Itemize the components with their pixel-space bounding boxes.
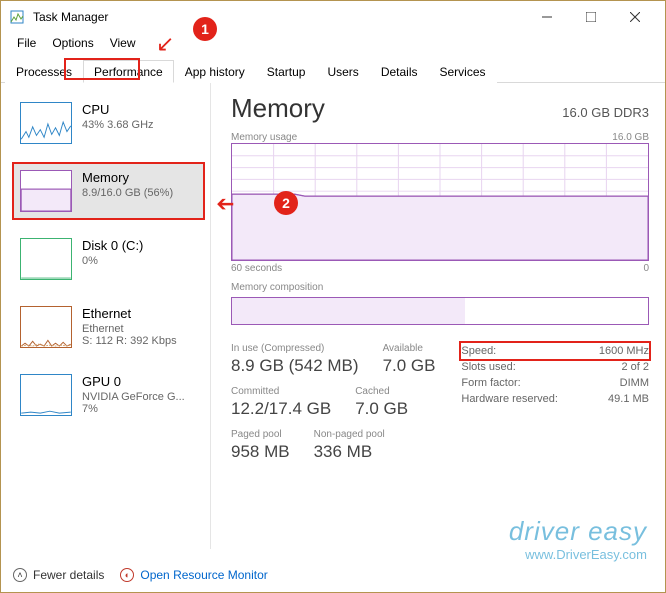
chevron-up-icon: ˄	[13, 568, 27, 582]
tabbar: Processes Performance App history Startu…	[1, 59, 665, 83]
page-title: Memory	[231, 93, 325, 124]
titlebar: Task Manager	[1, 1, 665, 33]
cpu-graph-icon	[20, 102, 72, 144]
stat-available: 7.0 GB	[383, 356, 436, 376]
stat-cached: 7.0 GB	[355, 399, 408, 419]
stat-slots: Slots used:2 of 2	[461, 359, 649, 375]
tab-performance[interactable]: Performance	[83, 60, 174, 83]
stat-committed: 12.2/17.4 GB	[231, 399, 331, 419]
sidebar-item-memory[interactable]: Memory8.9/16.0 GB (56%)	[13, 163, 204, 219]
resource-monitor-icon: ◐	[120, 568, 134, 582]
memory-usage-chart	[231, 143, 649, 261]
tab-users[interactable]: Users	[316, 60, 369, 83]
tab-app-history[interactable]: App history	[174, 60, 256, 83]
open-resource-monitor-link[interactable]: ◐Open Resource Monitor	[120, 568, 267, 582]
stat-paged: 958 MB	[231, 442, 290, 462]
main-panel: Memory 16.0 GB DDR3 Memory usage16.0 GB …	[211, 83, 665, 549]
menubar: File Options View	[1, 33, 665, 55]
stat-nonpaged: 336 MB	[314, 442, 385, 462]
tab-processes[interactable]: Processes	[5, 60, 83, 83]
app-icon	[9, 9, 25, 25]
sidebar-item-label: Disk 0 (C:)	[82, 238, 143, 253]
stat-speed: Speed:1600 MHz	[461, 343, 649, 359]
close-button[interactable]	[613, 2, 657, 32]
ethernet-graph-icon	[20, 306, 72, 348]
sidebar-item-gpu[interactable]: GPU 0NVIDIA GeForce G...7%	[13, 367, 204, 423]
fewer-details-button[interactable]: ˄Fewer details	[13, 568, 104, 582]
minimize-button[interactable]	[525, 2, 569, 32]
maximize-button[interactable]	[569, 2, 613, 32]
content: CPU43% 3.68 GHz Memory8.9/16.0 GB (56%) …	[1, 83, 665, 549]
menu-options[interactable]: Options	[44, 33, 101, 55]
memory-summary: 16.0 GB DDR3	[562, 105, 649, 120]
sidebar-item-label: CPU	[82, 102, 154, 117]
memory-composition-chart	[231, 297, 649, 325]
stats: In use (Compressed)8.9 GB (542 MB) Avail…	[231, 343, 649, 472]
sidebar-item-disk[interactable]: Disk 0 (C:)0%	[13, 231, 204, 287]
menu-view[interactable]: View	[102, 33, 144, 55]
gpu-graph-icon	[20, 374, 72, 416]
sidebar-item-label: Ethernet	[82, 306, 177, 321]
sidebar: CPU43% 3.68 GHz Memory8.9/16.0 GB (56%) …	[1, 83, 211, 549]
sidebar-item-label: GPU 0	[82, 374, 185, 389]
tab-services[interactable]: Services	[429, 60, 497, 83]
stat-form: Form factor:DIMM	[461, 375, 649, 391]
stat-in-use: 8.9 GB (542 MB)	[231, 356, 359, 376]
sidebar-item-ethernet[interactable]: EthernetEthernetS: 112 R: 392 Kbps	[13, 299, 204, 355]
disk-graph-icon	[20, 238, 72, 280]
sidebar-item-label: Memory	[82, 170, 173, 185]
footer: ˄Fewer details ◐Open Resource Monitor	[13, 568, 268, 582]
tab-details[interactable]: Details	[370, 60, 429, 83]
stat-reserved: Hardware reserved:49.1 MB	[461, 391, 649, 407]
menu-file[interactable]: File	[9, 33, 44, 55]
window-title: Task Manager	[33, 10, 525, 24]
memory-graph-icon	[20, 170, 72, 212]
tab-startup[interactable]: Startup	[256, 60, 317, 83]
sidebar-item-cpu[interactable]: CPU43% 3.68 GHz	[13, 95, 204, 151]
